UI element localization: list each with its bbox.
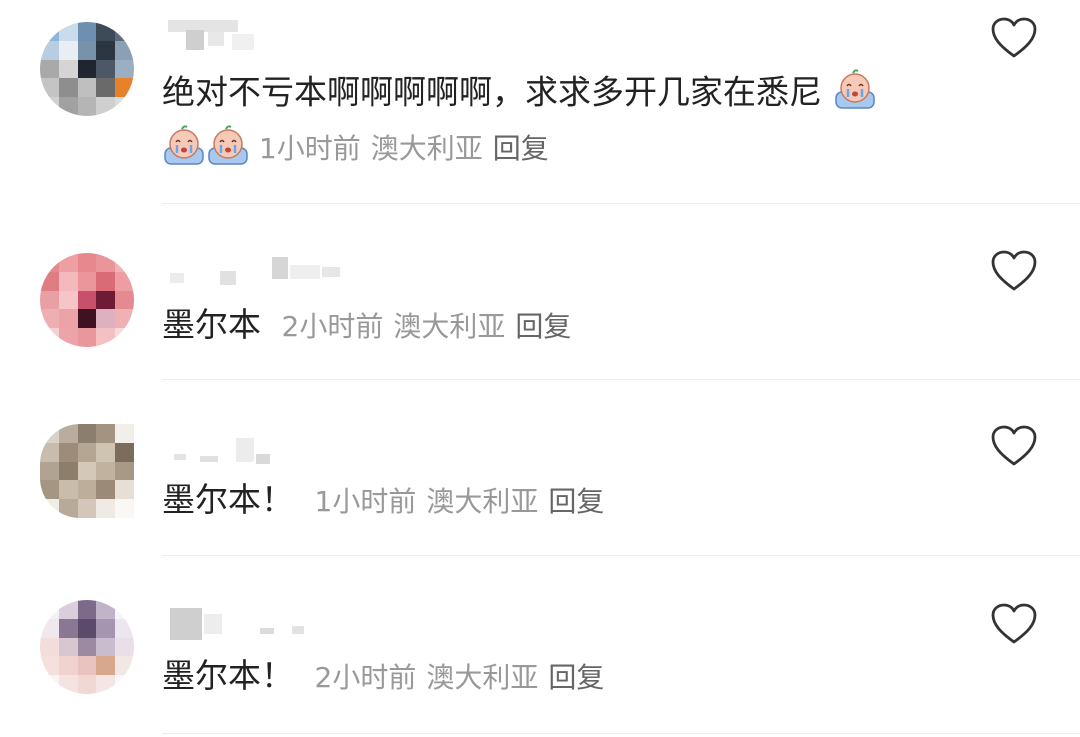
- username-redacted[interactable]: [164, 432, 344, 464]
- comment-text-content: 绝对不亏本啊啊啊啊啊，求求多开几家在悉尼: [162, 72, 822, 112]
- comment-location: 澳大利亚: [426, 485, 539, 518]
- crying-face-emoji-icon: [208, 125, 248, 165]
- heart-outline-icon[interactable]: [990, 424, 1038, 468]
- reply-button[interactable]: 回复: [548, 661, 604, 694]
- comment-time: 2小时前: [281, 310, 384, 343]
- comment-text: 墨尔本！ 1小时前 澳大利亚 回复: [162, 480, 604, 522]
- comment-item: 墨尔本 2小时前 澳大利亚 回复: [0, 205, 1080, 380]
- comment-item: 绝对不亏本啊啊啊啊啊，求求多开几家在悉尼 1小时前 澳大利亚 回复: [0, 0, 1080, 205]
- comment-location: 澳大利亚: [426, 661, 539, 694]
- comment-item: 墨尔本！ 2小时前 澳大利亚 回复: [0, 556, 1080, 737]
- comment-time: 1小时前: [258, 132, 361, 165]
- divider: [162, 733, 1080, 734]
- comment-text-content: 墨尔本！: [162, 656, 294, 695]
- comment-text: 绝对不亏本啊啊啊啊啊，求求多开几家在悉尼: [162, 69, 877, 116]
- username-redacted[interactable]: [164, 255, 344, 285]
- username-redacted[interactable]: [164, 20, 344, 50]
- username-redacted[interactable]: [164, 604, 344, 640]
- comment-location: 澳大利亚: [370, 132, 483, 165]
- heart-outline-icon[interactable]: [990, 602, 1038, 646]
- reply-button[interactable]: 回复: [493, 132, 549, 165]
- avatar[interactable]: [40, 253, 134, 347]
- comment-text-content: 墨尔本！: [162, 480, 294, 519]
- comment-text: 墨尔本！ 2小时前 澳大利亚 回复: [162, 656, 604, 698]
- heart-outline-icon[interactable]: [990, 16, 1038, 60]
- comment-time: 1小时前: [314, 485, 417, 518]
- comment-item: 墨尔本！ 1小时前 澳大利亚 回复: [0, 380, 1080, 556]
- comment-location: 澳大利亚: [393, 310, 506, 343]
- comment-meta: 2小时前 澳大利亚 回复: [282, 310, 572, 343]
- reply-button[interactable]: 回复: [515, 310, 571, 343]
- avatar[interactable]: [40, 600, 134, 694]
- comment-text-content: 墨尔本: [162, 305, 261, 344]
- comment-text: 墨尔本 2小时前 澳大利亚 回复: [162, 305, 571, 347]
- avatar[interactable]: [40, 22, 134, 116]
- comment-meta: 1小时前 澳大利亚 回复: [162, 125, 549, 172]
- crying-face-emoji-icon: [834, 69, 875, 109]
- comment-time: 2小时前: [314, 661, 417, 694]
- divider: [162, 203, 1080, 204]
- crying-face-emoji-icon: [164, 125, 204, 165]
- avatar[interactable]: [40, 424, 134, 518]
- comment-meta: 1小时前 澳大利亚 回复: [315, 485, 605, 518]
- comment-meta: 2小时前 澳大利亚 回复: [315, 661, 605, 694]
- heart-outline-icon[interactable]: [990, 249, 1038, 293]
- reply-button[interactable]: 回复: [548, 485, 604, 518]
